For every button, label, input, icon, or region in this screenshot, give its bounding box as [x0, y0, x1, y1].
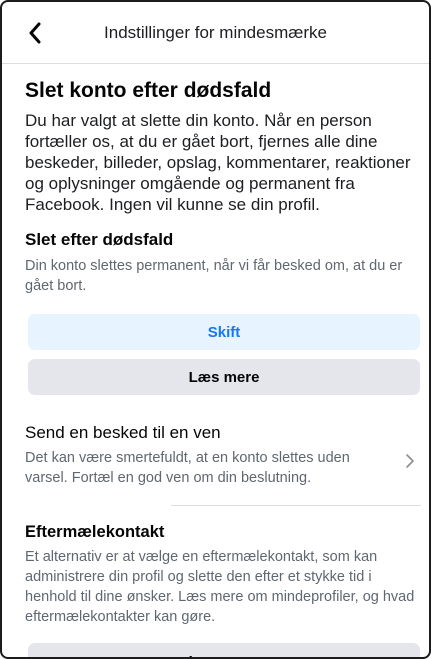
legacy-read-more-button[interactable]: Læs mere: [28, 643, 420, 657]
send-message-title: Send en besked til en ven: [25, 423, 221, 442]
delete-option-description: Din konto slettes permanent, når vi får …: [25, 258, 403, 294]
memorial-settings-screen: Indstillinger for mindesmærke Slet konto…: [0, 0, 431, 659]
back-button[interactable]: [22, 20, 48, 46]
header-bar: Indstillinger for mindesmærke: [2, 2, 429, 64]
content-area: Slet konto efter dødsfald Du har valgt a…: [25, 78, 421, 657]
section-intro: Du har valgt at slette din konto. Når en…: [25, 111, 411, 214]
legacy-contact-heading: Eftermælekontakt: [25, 523, 165, 541]
chevron-left-icon: [29, 22, 41, 44]
chevron-right-icon: [406, 454, 414, 468]
change-button[interactable]: Skift: [28, 314, 420, 350]
section-heading: Slet konto efter dødsfald: [25, 79, 272, 102]
send-message-description: Det kan være smertefuldt, at en konto sl…: [25, 450, 350, 486]
legacy-contact-description: Et alternativ er at vælge en eftermæleko…: [25, 549, 415, 625]
divider: [171, 505, 421, 506]
send-message-to-friend-row[interactable]: Send en besked til en ven Det kan være s…: [25, 422, 417, 488]
delete-option-heading: Slet efter dødsfald: [25, 230, 174, 249]
read-more-button[interactable]: Læs mere: [28, 359, 420, 395]
page-title: Indstillinger for mindesmærke: [104, 22, 327, 42]
